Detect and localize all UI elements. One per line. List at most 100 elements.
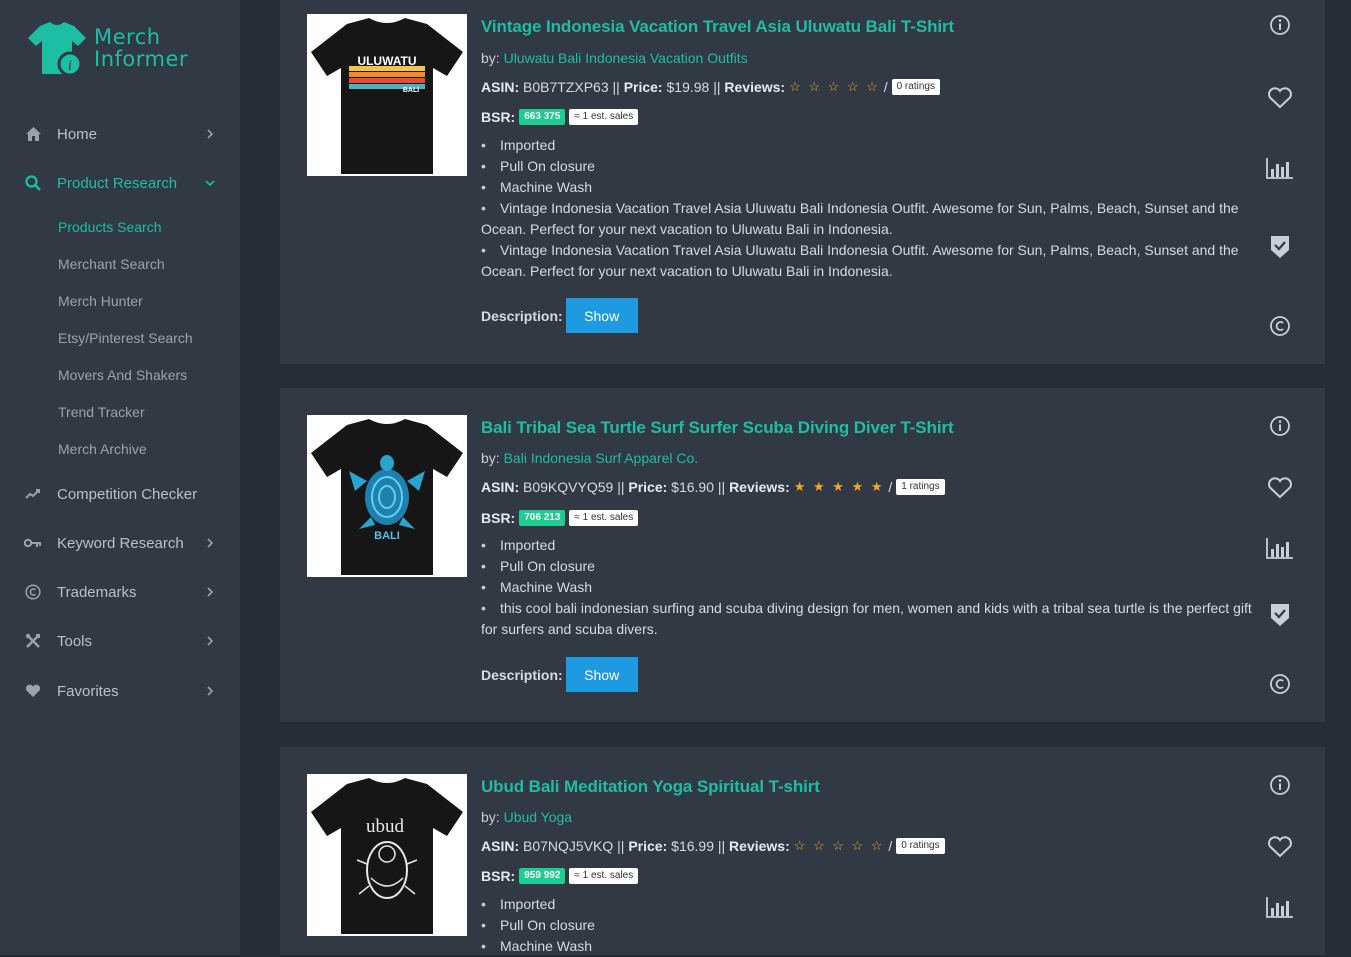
sidebar-subitem-merch-archive[interactable]: Merch Archive — [58, 441, 147, 457]
bsr-line: BSR: 663 375 ≈ 1 est. sales — [481, 109, 639, 125]
favorite-heart-icon[interactable] — [1265, 473, 1295, 503]
product-title[interactable]: Ubud Bali Meditation Yoga Spiritual T-sh… — [481, 777, 820, 797]
product-meta: ASIN: B0B7TZXP63 || Price: $19.98 || Rev… — [481, 79, 940, 95]
product-title[interactable]: Vintage Indonesia Vacation Travel Asia U… — [481, 17, 954, 37]
copyright-icon[interactable] — [1265, 311, 1295, 341]
sidebar-subitem-movers-and-shakers[interactable]: Movers And Shakers — [58, 367, 187, 383]
merch-informer-logo[interactable]: i Merch Informer — [26, 20, 206, 80]
bsr-badge: 706 213 — [519, 510, 566, 526]
bsr-label: BSR: — [481, 510, 516, 526]
logo-text: Merch Informer — [94, 26, 188, 70]
chevron-right-icon — [204, 586, 216, 598]
chevron-down-icon — [204, 177, 216, 189]
product-card: ubud Ubud Bali Meditation Yoga Spiritual… — [280, 747, 1325, 957]
product-image[interactable]: BALI — [307, 415, 467, 577]
list-item: Machine Wash — [481, 936, 1261, 957]
sidebar-subitem-merch-hunter[interactable]: Merch Hunter — [58, 293, 143, 309]
favorite-heart-icon[interactable] — [1265, 83, 1295, 113]
sidebar-subitem-trend-tracker[interactable]: Trend Tracker — [58, 404, 145, 420]
feature-bullets: Imported Pull On closure Machine Wash — [481, 894, 1261, 957]
sidebar: i Merch Informer Home Product Research P… — [0, 0, 240, 955]
feature-bullets: Imported Pull On closure Machine Wash Vi… — [481, 135, 1261, 282]
separator: || — [717, 479, 726, 495]
shirt-print-text: ubud — [366, 816, 405, 837]
product-card: ULUWATU BALI Vintage Indonesia Vacation … — [280, 0, 1325, 364]
price-value: $16.99 — [671, 838, 714, 854]
bar-chart-icon[interactable] — [1265, 533, 1295, 563]
chevron-right-icon — [204, 537, 216, 549]
info-icon[interactable] — [1265, 411, 1295, 441]
info-icon[interactable] — [1265, 770, 1295, 800]
star-rating: ☆ ☆ ☆ ☆ ☆ — [793, 838, 885, 853]
brand-link[interactable]: Uluwatu Bali Indonesia Vacation Outfits — [504, 50, 748, 66]
shirt-print-text: ULUWATU — [357, 54, 416, 68]
product-title[interactable]: Bali Tribal Sea Turtle Surf Surfer Scuba… — [481, 418, 954, 438]
reviews-label: Reviews: — [729, 838, 790, 854]
sidebar-subitem-merchant-search[interactable]: Merchant Search — [58, 256, 165, 272]
by-label: by: — [481, 450, 500, 466]
copyright-icon[interactable] — [1265, 669, 1295, 699]
tools-icon — [24, 632, 42, 650]
est-sales-badge: ≈ 1 est. sales — [569, 109, 639, 125]
sidebar-item-keyword-research[interactable]: Keyword Research — [0, 528, 240, 558]
brand-line: by: Ubud Yoga — [481, 809, 572, 825]
chevron-right-icon — [204, 128, 216, 140]
product-meta: ASIN: B07NQJ5VKQ || Price: $16.99 || Rev… — [481, 838, 945, 854]
description-row: Description: Show — [481, 657, 638, 692]
product-image[interactable]: ubud — [307, 774, 467, 936]
est-sales-badge: ≈ 1 est. sales — [569, 510, 639, 526]
separator: || — [617, 838, 625, 854]
separator: || — [617, 479, 625, 495]
list-item: Imported — [481, 894, 1261, 915]
shirt-print-text: BALI — [374, 530, 400, 542]
bar-chart-icon[interactable] — [1265, 892, 1295, 922]
chevron-right-icon — [204, 635, 216, 647]
sidebar-item-trademarks[interactable]: Trademarks — [0, 577, 240, 607]
home-icon — [24, 125, 42, 143]
sidebar-item-tools[interactable]: Tools — [0, 626, 240, 656]
sidebar-subitem-etsy-pinterest-search[interactable]: Etsy/Pinterest Search — [58, 330, 193, 346]
reviews-label: Reviews: — [729, 479, 790, 495]
show-description-button[interactable]: Show — [565, 657, 638, 692]
list-item: Vintage Indonesia Vacation Travel Asia U… — [481, 198, 1261, 219]
brand-link[interactable]: Ubud Yoga — [504, 809, 573, 825]
asin-value: B0B7TZXP63 — [523, 79, 609, 95]
sidebar-item-product-research[interactable]: Product Research — [0, 168, 240, 198]
bsr-line: BSR: 959 992 ≈ 1 est. sales — [481, 868, 639, 884]
sidebar-item-label: Favorites — [57, 682, 119, 700]
separator: || — [612, 79, 620, 95]
sidebar-item-favorites[interactable]: Favorites — [0, 676, 240, 706]
separator: || — [713, 79, 721, 95]
ratings-badge: 0 ratings — [896, 838, 945, 854]
sidebar-subitem-products-search[interactable]: Products Search — [58, 219, 162, 235]
price-label: Price: — [628, 838, 668, 854]
shield-check-icon[interactable] — [1265, 600, 1295, 630]
show-description-button[interactable]: Show — [565, 298, 638, 333]
list-item: Imported — [481, 135, 1261, 156]
asin-value: B07NQJ5VKQ — [523, 838, 614, 854]
product-image[interactable]: ULUWATU BALI — [307, 14, 467, 176]
shield-check-icon[interactable] — [1265, 232, 1295, 262]
bar-chart-icon[interactable] — [1265, 153, 1295, 183]
bsr-label: BSR: — [481, 868, 516, 884]
asin-label: ASIN: — [481, 479, 520, 495]
product-meta: ASIN: B09KQVYQ59 || Price: $16.90 || Rev… — [481, 479, 945, 495]
brand-line: by: Bali Indonesia Surf Apparel Co. — [481, 450, 698, 466]
sidebar-item-competition-checker[interactable]: Competition Checker — [0, 479, 240, 509]
list-item: Ocean. Perfect for your next vacation to… — [481, 263, 893, 279]
separator: / — [888, 838, 893, 854]
brand-link[interactable]: Bali Indonesia Surf Apparel Co. — [504, 450, 699, 466]
star-rating: ★ ★ ★ ★ ★ — [793, 479, 885, 494]
price-label: Price: — [628, 479, 668, 495]
ratings-badge: 0 ratings — [891, 79, 940, 95]
asin-label: ASIN: — [481, 79, 520, 95]
chevron-right-icon — [204, 685, 216, 697]
sidebar-item-home[interactable]: Home — [0, 119, 240, 149]
info-icon[interactable] — [1265, 10, 1295, 40]
favorite-heart-icon[interactable] — [1265, 832, 1295, 862]
sidebar-item-label: Product Research — [57, 174, 178, 192]
sidebar-item-label: Keyword Research — [57, 534, 184, 552]
key-icon — [24, 534, 42, 552]
brand-line: by: Uluwatu Bali Indonesia Vacation Outf… — [481, 50, 748, 66]
list-item: Machine Wash — [481, 177, 1261, 198]
